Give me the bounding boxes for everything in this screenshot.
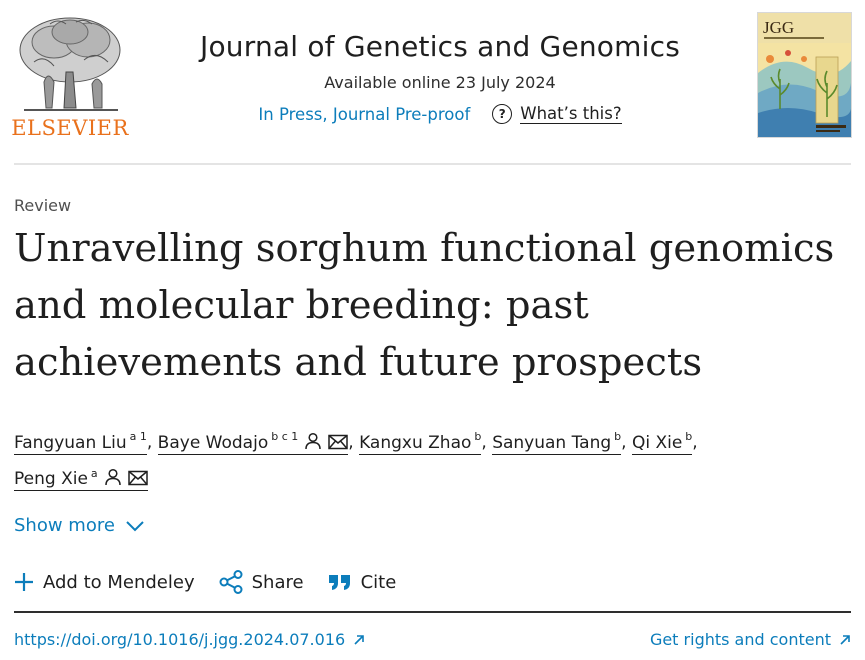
author-separator: , bbox=[146, 432, 158, 453]
author-affiliation: b bbox=[614, 430, 622, 443]
add-to-mendeley-label: Add to Mendeley bbox=[43, 571, 195, 593]
whats-this-label: What’s this? bbox=[520, 104, 622, 124]
journal-title-link[interactable]: Journal of Genetics and Genomics bbox=[200, 30, 680, 63]
status-row: In Press, Journal Pre-proof ? What’s thi… bbox=[160, 104, 720, 124]
whats-this-button[interactable]: ? What’s this? bbox=[492, 104, 622, 124]
cover-title: JGG bbox=[763, 18, 794, 37]
person-icon bbox=[104, 469, 121, 486]
chevron-down-icon bbox=[126, 520, 144, 531]
quote-icon bbox=[328, 575, 350, 590]
author-affiliation: b c 1 bbox=[271, 430, 299, 443]
author-link[interactable]: Sanyuan Tang b bbox=[492, 430, 622, 455]
author-name: Baye Wodajo bbox=[157, 432, 269, 453]
get-rights-label: Get rights and content bbox=[649, 630, 831, 649]
author-name: Fangyuan Liu bbox=[14, 432, 127, 453]
author-separator: , bbox=[348, 432, 360, 453]
available-online-date: Available online 23 July 2024 bbox=[324, 73, 556, 92]
author-name: Peng Xie bbox=[14, 469, 88, 490]
external-arrow-icon bbox=[840, 634, 850, 645]
plus-icon bbox=[15, 573, 33, 591]
get-rights-link[interactable]: Get rights and content bbox=[650, 630, 851, 649]
article-actions: Add to Mendeley Share Cite bbox=[14, 570, 420, 594]
journal-cover-image[interactable]: JGG bbox=[757, 12, 852, 138]
cite-button[interactable]: Cite bbox=[328, 571, 397, 593]
doi-link[interactable]: https://doi.org/10.1016/j.jgg.2024.07.01… bbox=[14, 630, 365, 649]
author-affiliation: b bbox=[685, 430, 693, 443]
author-affiliation: a 1 bbox=[129, 430, 147, 443]
author-link[interactable]: Qi Xie b bbox=[631, 430, 693, 455]
person-icon bbox=[305, 432, 322, 449]
article-title: Unravelling sorghum functional genomics … bbox=[14, 226, 835, 385]
journal-info: Journal of Genetics and Genomics Availab… bbox=[160, 30, 720, 124]
author-name: Sanyuan Tang bbox=[492, 432, 612, 453]
article-type: Review bbox=[14, 196, 72, 215]
author-list: Fangyuan Liu a 1, Baye Wodajo b c 1, Kangx… bbox=[14, 422, 859, 495]
share-button[interactable]: Share bbox=[219, 570, 304, 594]
author-name: Qi Xie bbox=[631, 432, 683, 453]
share-label: Share bbox=[251, 571, 304, 593]
actions-divider bbox=[14, 611, 851, 613]
question-icon: ? bbox=[492, 104, 513, 124]
header-divider bbox=[14, 163, 851, 165]
author-separator: , bbox=[621, 432, 632, 453]
author-link[interactable]: Fangyuan Liu a 1 bbox=[14, 430, 147, 455]
author-separator: , bbox=[481, 432, 493, 453]
publisher-name[interactable]: ELSEVIER bbox=[0, 116, 140, 140]
author-name: Kangxu Zhao bbox=[359, 432, 472, 453]
author-separator: , bbox=[692, 432, 698, 453]
author-affiliation: b bbox=[474, 430, 482, 443]
author-link[interactable]: Baye Wodajo b c 1 bbox=[157, 430, 349, 455]
share-icon bbox=[219, 570, 243, 594]
envelope-icon bbox=[127, 471, 148, 486]
cite-label: Cite bbox=[360, 571, 397, 593]
journal-header: ELSEVIER Journal of Genetics and Genomic… bbox=[0, 0, 865, 163]
show-more-button[interactable]: Show more bbox=[14, 515, 145, 536]
in-press-status-link[interactable]: In Press, Journal Pre-proof bbox=[258, 105, 470, 124]
add-to-mendeley-button[interactable]: Add to Mendeley bbox=[14, 572, 195, 593]
author-link[interactable]: Peng Xie a bbox=[14, 466, 148, 492]
author-link[interactable]: Kangxu Zhao b bbox=[359, 430, 482, 455]
external-arrow-icon bbox=[354, 634, 364, 645]
author-affiliation: a bbox=[90, 466, 98, 480]
envelope-icon bbox=[328, 434, 349, 449]
show-more-label: Show more bbox=[14, 515, 115, 536]
doi-label: https://doi.org/10.1016/j.jgg.2024.07.01… bbox=[14, 630, 346, 649]
